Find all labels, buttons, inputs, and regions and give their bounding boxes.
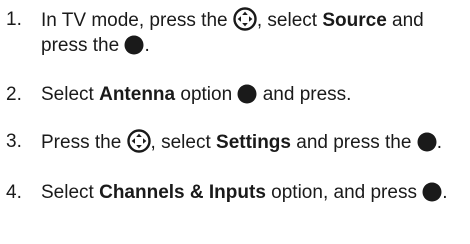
step-text: Press the , select Settings and press th… — [41, 129, 466, 155]
step-2-text-b: option — [180, 84, 233, 105]
step-2-text-c: and press. — [262, 84, 352, 105]
instruction-steps: 1. In TV mode, press the , select Source… — [0, 0, 470, 244]
step-4-text-b: option, and press — [271, 182, 417, 203]
navigation-pad-icon — [126, 129, 151, 153]
step-number: 4. — [6, 182, 22, 203]
step-1-text-b: , select — [256, 10, 318, 31]
step-number: 3. — [6, 131, 22, 152]
step-2-text-a: Select — [41, 84, 94, 105]
ok-button-icon — [417, 132, 437, 152]
step-4-text-a: Select — [41, 182, 94, 203]
step-2-bold-antenna: Antenna — [99, 84, 176, 105]
ok-button-icon — [237, 84, 257, 104]
navigation-pad-icon — [233, 7, 257, 31]
step-text: In TV mode, press the , select Source an… — [41, 7, 466, 58]
step-text: Select Antenna option and press. — [41, 82, 466, 107]
step-3-text-d: . — [436, 132, 442, 153]
step-3-text-c: and press the — [296, 132, 412, 153]
ok-button-icon — [422, 182, 442, 202]
step-number: 2. — [6, 84, 22, 105]
step-number: 1. — [6, 9, 22, 30]
step-text: Select Channels & Inputs option, and pre… — [41, 180, 466, 205]
step-3-text-b: , select — [150, 132, 211, 153]
step-3-bold-settings: Settings — [216, 132, 291, 153]
step-1-text-a: In TV mode, press the — [41, 10, 228, 31]
step-1-text-d: . — [144, 35, 150, 56]
step-4-bold-channels-inputs: Channels & Inputs — [99, 182, 266, 203]
ok-button-icon — [124, 35, 144, 55]
step-4-text-c: . — [442, 182, 448, 203]
step-3-text-a: Press the — [41, 132, 122, 153]
step-1-bold-source: Source — [322, 10, 387, 31]
